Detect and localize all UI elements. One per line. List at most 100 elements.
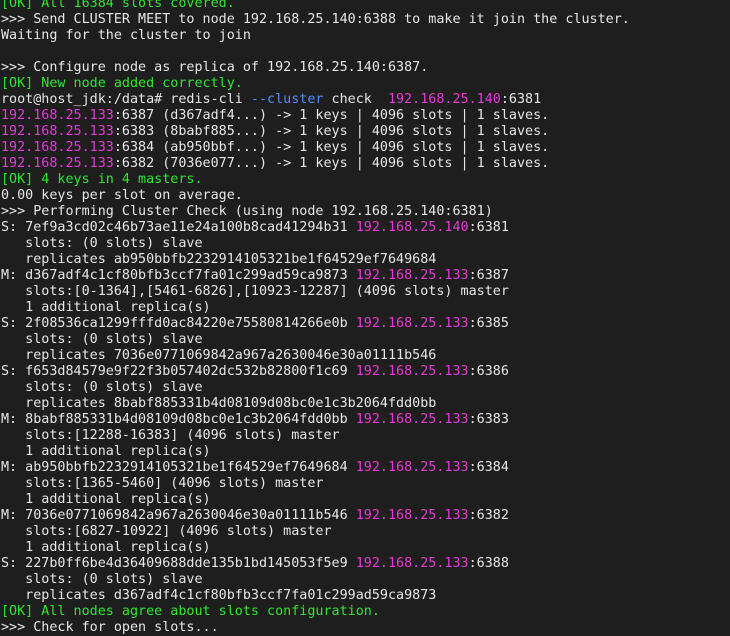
terminal-line: Waiting for the cluster to join (1, 28, 730, 44)
terminal-text-segment: slots: (0 slots) slave (1, 332, 203, 347)
terminal-line: slots: (0 slots) slave (1, 332, 730, 348)
terminal-text-segment: check (323, 92, 388, 107)
terminal-text-segment: S: 7ef9a3cd02c46b73ae11e24a100b8cad41294… (1, 220, 356, 235)
terminal-text-segment: [OK] All 16384 slots covered. (1, 0, 235, 11)
terminal-text-segment: 192.168.25.133 (1, 108, 114, 123)
terminal-line: replicates ab950bbfb2232914105321be1f645… (1, 252, 730, 268)
terminal-text-segment: :6387 (d367adf4...) -> 1 keys | 4096 slo… (113, 108, 550, 123)
terminal-line: slots:[0-1364],[5461-6826],[10923-12287]… (1, 284, 730, 300)
terminal-text-segment: slots:[1365-5460] (4096 slots) master (1, 476, 324, 491)
terminal-text-segment: :6381 (500, 92, 542, 107)
terminal-line: root@host_jdk:/data# redis-cli --cluster… (1, 92, 730, 108)
terminal-text-segment: 1 additional replica(s) (1, 492, 211, 507)
terminal-text-segment: replicates 8babf885331b4d08109d08bc0e1c3… (1, 396, 437, 411)
terminal-text-segment: 192.168.25.133 (355, 316, 469, 331)
terminal-line: slots:[12288-16383] (4096 slots) master (1, 428, 730, 444)
terminal-text-segment: >>> Check for open slots... (1, 620, 219, 635)
terminal-text-segment: :6388 (468, 556, 509, 571)
terminal-text-segment: slots: (0 slots) slave (1, 572, 203, 587)
terminal-line: >>> Send CLUSTER MEET to node 192.168.25… (1, 12, 730, 28)
terminal-line: >>> Configure node as replica of 192.168… (1, 60, 730, 76)
terminal-text-segment: slots: (0 slots) slave (1, 380, 203, 395)
terminal-text-segment: 192.168.25.133 (355, 460, 469, 475)
terminal-text-segment: 192.168.25.133 (355, 556, 469, 571)
terminal-text-segment: 192.168.25.133 (355, 364, 469, 379)
terminal-text-segment: [OK] New node added correctly. (1, 76, 243, 91)
terminal-text-segment: :6382 (468, 508, 509, 523)
terminal-text-segment: slots: (0 slots) slave (1, 236, 203, 251)
terminal-line: S: 227b0ff6be4d36409688dde135b1bd145053f… (1, 556, 730, 572)
terminal-text-segment: :6384 (468, 460, 509, 475)
terminal-text-segment: M: d367adf4c1cf80bfb3ccf7fa01c299ad59ca9… (1, 268, 356, 283)
terminal-text-segment: 1 additional replica(s) (1, 540, 211, 555)
terminal-text-segment: 1 additional replica(s) (1, 444, 211, 459)
terminal-text-segment: replicates d367adf4c1cf80bfb3ccf7fa01c29… (1, 588, 437, 603)
terminal-output[interactable]: [OK] All 16384 slots covered. >>> Send CL… (1, 0, 730, 636)
terminal-line: M: d367adf4c1cf80bfb3ccf7fa01c299ad59ca9… (1, 268, 730, 284)
terminal-text-segment: >>> Performing Cluster Check (using node… (1, 204, 493, 219)
terminal-text-segment: S: f653d84579e9f22f3b057402dc532b82800f1… (1, 364, 356, 379)
terminal-text-segment: 192.168.25.133 (1, 156, 114, 171)
terminal-text-segment: 0.00 keys per slot on average. (1, 188, 243, 203)
terminal-line: S: f653d84579e9f22f3b057402dc532b82800f1… (1, 364, 730, 380)
terminal-text-segment: :6384 (ab950bbf...) -> 1 keys | 4096 slo… (113, 140, 550, 155)
terminal-line: [OK] All nodes agree about slots configu… (1, 604, 730, 620)
terminal-line: 0.00 keys per slot on average. (1, 188, 730, 204)
terminal-text-segment: M: 8babf885331b4d08109d08bc0e1c3b2064fdd… (1, 412, 356, 427)
terminal-text-segment: [OK] 4 keys in 4 masters. (1, 172, 203, 187)
terminal-line: M: 7036e0771069842a967a2630046e30a01111b… (1, 508, 730, 524)
terminal-line: slots: (0 slots) slave (1, 380, 730, 396)
terminal-text-segment: 1 additional replica(s) (1, 300, 211, 315)
terminal-line: 1 additional replica(s) (1, 444, 730, 460)
terminal-text-segment: replicates ab950bbfb2232914105321be1f645… (1, 252, 437, 267)
terminal-line: [OK] 4 keys in 4 masters. (1, 172, 730, 188)
terminal-line: 192.168.25.133:6383 (8babf885...) -> 1 k… (1, 124, 730, 140)
terminal-line: >>> Performing Cluster Check (using node… (1, 204, 730, 220)
terminal-line: 1 additional replica(s) (1, 300, 730, 316)
terminal-text-segment: >>> Send CLUSTER MEET to node 192.168.25… (1, 12, 630, 27)
terminal-line: replicates d367adf4c1cf80bfb3ccf7fa01c29… (1, 588, 730, 604)
terminal-line: S: 7ef9a3cd02c46b73ae11e24a100b8cad41294… (1, 220, 730, 236)
terminal-text-segment: :6381 (468, 220, 509, 235)
terminal-line: S: 2f08536ca1299fffd0ac84220e75580814266… (1, 316, 730, 332)
terminal-text-segment: S: 227b0ff6be4d36409688dde135b1bd145053f… (1, 556, 356, 571)
terminal-text-segment: S: 2f08536ca1299fffd0ac84220e75580814266… (1, 316, 356, 331)
terminal-line: 192.168.25.133:6382 (7036e077...) -> 1 k… (1, 156, 730, 172)
terminal-line: slots:[6827-10922] (4096 slots) master (1, 524, 730, 540)
terminal-text-segment: [OK] All nodes agree about slots configu… (1, 604, 380, 619)
terminal-text-segment: M: ab950bbfb2232914105321be1f64529ef7649… (1, 460, 356, 475)
terminal-line: slots: (0 slots) slave (1, 236, 730, 252)
terminal-text-segment: slots:[6827-10922] (4096 slots) master (1, 524, 332, 539)
terminal-line: [OK] All 16384 slots covered. (1, 0, 730, 12)
terminal-text-segment: :6383 (8babf885...) -> 1 keys | 4096 slo… (113, 124, 550, 139)
terminal-text-segment: 192.168.25.133 (355, 268, 469, 283)
terminal-text-segment: --cluster (250, 92, 324, 107)
terminal-text-segment: :6382 (7036e077...) -> 1 keys | 4096 slo… (113, 156, 550, 171)
terminal-line: [OK] New node added correctly. (1, 76, 730, 92)
terminal-text-segment: slots:[0-1364],[5461-6826],[10923-12287]… (1, 284, 509, 299)
terminal-text-segment: >>> Configure node as replica of 192.168… (1, 60, 429, 75)
terminal-line: slots:[1365-5460] (4096 slots) master (1, 476, 730, 492)
terminal-line: 192.168.25.133:6387 (d367adf4...) -> 1 k… (1, 108, 730, 124)
terminal-text-segment: replicates 7036e0771069842a967a2630046e3… (1, 348, 437, 363)
terminal-text-segment: 192.168.25.140 (355, 220, 469, 235)
terminal-line: M: ab950bbfb2232914105321be1f64529ef7649… (1, 460, 730, 476)
terminal-line: >>> Check for open slots... (1, 620, 730, 636)
terminal-line: 1 additional replica(s) (1, 492, 730, 508)
terminal-text-segment: slots:[12288-16383] (4096 slots) master (1, 428, 340, 443)
terminal-text-segment: 192.168.25.133 (1, 124, 114, 139)
terminal-text-segment: :6387 (468, 268, 509, 283)
terminal-text-segment: :6386 (468, 364, 509, 379)
terminal-text-segment: 192.168.25.133 (355, 508, 469, 523)
terminal-text-segment: :6385 (468, 316, 509, 331)
terminal-line: replicates 7036e0771069842a967a2630046e3… (1, 348, 730, 364)
terminal-text-segment: 192.168.25.140 (387, 92, 501, 107)
terminal-text-segment: :6383 (468, 412, 509, 427)
terminal-line: slots: (0 slots) slave (1, 572, 730, 588)
terminal-line: 1 additional replica(s) (1, 540, 730, 556)
terminal-text-segment: M: 7036e0771069842a967a2630046e30a01111b… (1, 508, 356, 523)
terminal-line: M: 8babf885331b4d08109d08bc0e1c3b2064fdd… (1, 412, 730, 428)
terminal-text-segment: root@host_jdk:/data# redis-cli (1, 92, 251, 107)
terminal-text-segment: Waiting for the cluster to join (1, 28, 251, 43)
